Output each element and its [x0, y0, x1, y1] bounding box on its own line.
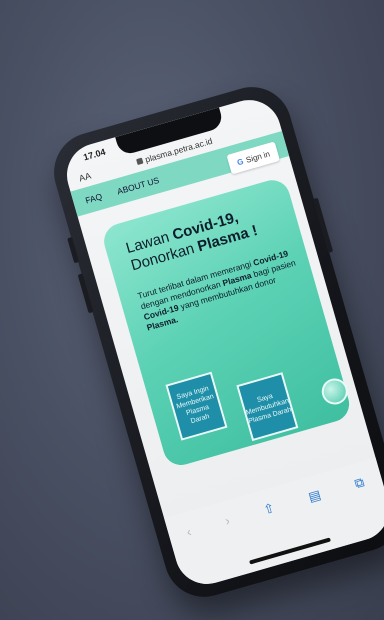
status-time: 17.04 [82, 146, 107, 163]
nav-faq[interactable]: FAQ [84, 191, 103, 205]
need-plasma-button[interactable]: Saya Membutuhkan Plasma Darah [236, 372, 299, 442]
need-plasma-label: Saya Membutuhkan Plasma Darah [245, 392, 293, 425]
google-icon: G [235, 156, 245, 167]
book-icon[interactable]: ▤ [307, 487, 323, 506]
lock-icon [135, 157, 144, 166]
sign-in-label: Sign in [244, 148, 271, 165]
donate-plasma-label: Saya Ingin Memberikan Plasma Darah [175, 385, 215, 426]
photo-scene: 17.04 AA plasma.petra.ac.id FAQ ABOUT US… [0, 0, 384, 620]
tabs-icon[interactable]: ⧉ [353, 474, 366, 492]
chevron-left-icon[interactable]: ‹ [185, 524, 193, 540]
donate-plasma-button[interactable]: Saya Ingin Memberikan Plasma Darah [165, 371, 228, 441]
share-icon[interactable]: ⇧ [262, 500, 277, 518]
chat-bubble-icon[interactable] [318, 375, 351, 408]
chevron-right-icon[interactable]: › [223, 513, 231, 529]
nav-about-us[interactable]: ABOUT US [116, 175, 160, 197]
reader-mode-button[interactable]: AA [78, 171, 92, 184]
smartphone: 17.04 AA plasma.petra.ac.id FAQ ABOUT US… [44, 77, 384, 607]
